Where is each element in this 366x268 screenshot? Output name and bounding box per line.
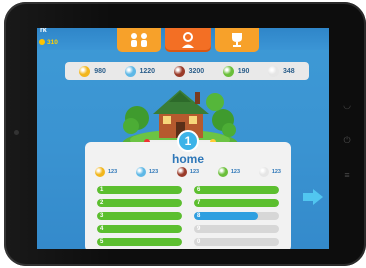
- resource-wood: 3200: [173, 65, 205, 77]
- resource-leaf: 190: [222, 65, 250, 77]
- resource-water: 1220: [124, 65, 156, 77]
- stone-gem-icon: [258, 167, 269, 177]
- resource-gold: 980: [79, 65, 106, 77]
- level-number: 9: [197, 226, 201, 232]
- people-icon: [131, 33, 147, 47]
- level-progress-fill: [194, 186, 279, 194]
- level-progress-bar: 4: [97, 225, 182, 233]
- resource-value: 1220: [139, 67, 156, 75]
- level-column-left: 1 2 3 4 5: [97, 186, 182, 246]
- resource-value: 348: [282, 67, 295, 75]
- level-progress-fill: [97, 186, 182, 194]
- requirement-value: 123: [108, 169, 118, 175]
- requirement-gold: 123: [95, 167, 117, 177]
- level-number: 1: [100, 187, 104, 193]
- requirement-value: 123: [230, 169, 241, 175]
- level-progress-fill: [97, 199, 182, 207]
- person-icon: [182, 32, 194, 48]
- mute-switch-icon: ≡: [344, 170, 350, 180]
- volume-up-icon: ◡: [343, 100, 351, 110]
- resource-value: 190: [237, 67, 250, 75]
- tab-friends[interactable]: [117, 28, 161, 52]
- requirement-value: 123: [271, 169, 281, 175]
- requirement-value: 123: [189, 169, 200, 175]
- resource-value: 3200: [188, 67, 205, 75]
- upgrade-requirements: 123 123 123 123 123: [95, 167, 281, 177]
- resource-panel: 980 1220 3200 190 348: [65, 62, 309, 80]
- water-gem-icon: [135, 167, 146, 177]
- level-number: 0: [197, 239, 201, 245]
- arrow-right-icon[interactable]: [303, 189, 323, 205]
- requirement-stone: 123: [258, 167, 281, 177]
- building-name: home: [171, 152, 204, 166]
- level-number: 4: [100, 226, 104, 232]
- water-gem-icon: [124, 65, 136, 77]
- level-number: 5: [100, 239, 104, 245]
- level-progress-bar: 5: [97, 238, 182, 246]
- coin-icon: [39, 39, 45, 46]
- level-progress-bar: 6: [194, 186, 279, 194]
- requirement-water: 123: [135, 167, 159, 177]
- title-stub: rk: [40, 28, 47, 34]
- level-progress-bar: 9: [194, 225, 279, 233]
- tablet-device: ◡ ⏻ ≡ rk 310 980 1220 3200 190 348 home …: [0, 0, 366, 268]
- level-number: 6: [197, 187, 201, 193]
- level-number: 7: [197, 200, 201, 206]
- level-progress-bar: 2: [97, 199, 182, 207]
- level-number: 3: [100, 213, 104, 219]
- requirement-leaf: 123: [217, 167, 241, 177]
- requirement-value: 123: [148, 169, 159, 175]
- requirement-wood: 123: [176, 167, 200, 177]
- level-progress-bar: 3: [97, 212, 182, 220]
- level-progress-bar: 1: [97, 186, 182, 194]
- coin-counter: 310: [39, 39, 58, 46]
- tab-profile[interactable]: [165, 28, 211, 52]
- building-card: home 123 123 123 123 123 12345 67890: [85, 142, 291, 249]
- wood-gem-icon: [176, 167, 187, 177]
- level-progress-bar: 0: [194, 238, 279, 246]
- game-screen: rk 310 980 1220 3200 190 348 home 123 12…: [37, 28, 329, 249]
- level-progress-bar: 8: [194, 212, 279, 220]
- gold-gem-icon: [95, 167, 105, 177]
- gold-gem-icon: [79, 65, 91, 77]
- stone-gem-icon: [267, 65, 279, 77]
- power-icon: ⏻: [343, 135, 351, 145]
- level-progress-fill: [97, 212, 182, 220]
- level-progress-fill: [97, 238, 182, 246]
- level-progress-fill: [97, 225, 182, 233]
- wood-gem-icon: [173, 65, 185, 77]
- camera-icon: [14, 130, 19, 135]
- level-badge: 1: [177, 130, 199, 152]
- level-number: 8: [197, 213, 201, 219]
- level-progress-fill: [194, 199, 279, 207]
- level-progress-bar: 7: [194, 199, 279, 207]
- level-list: 1 2 3 4 5 6 7 8 9 0: [97, 186, 279, 246]
- level-number: 2: [100, 200, 104, 206]
- level-progress-fill: [194, 212, 258, 220]
- resource-value: 980: [94, 67, 106, 75]
- level-column-right: 6 7 8 9 0: [194, 186, 279, 246]
- tab-trophy[interactable]: [215, 28, 259, 52]
- resource-stone: 348: [267, 65, 295, 77]
- leaf-gem-icon: [217, 167, 228, 177]
- coin-value: 310: [47, 39, 58, 46]
- leaf-gem-icon: [222, 65, 234, 77]
- trophy-icon: [232, 33, 242, 47]
